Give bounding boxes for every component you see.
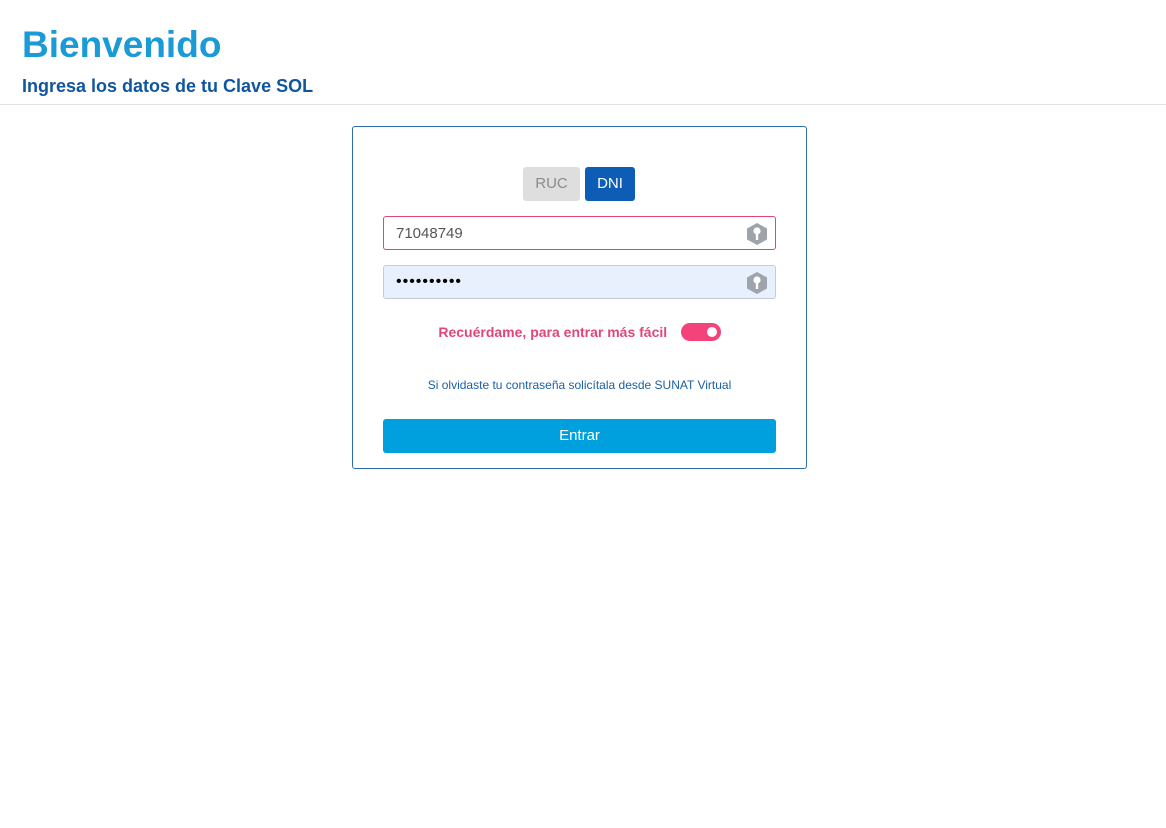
dni-input[interactable] (384, 217, 775, 249)
remember-me-row: Recuérdame, para entrar más fácil (353, 323, 806, 345)
tab-ruc[interactable]: RUC (523, 167, 580, 201)
toggle-knob (706, 327, 717, 337)
login-card: RUC DNI Recuérdame, para entrar más fáci… (352, 126, 807, 469)
dni-field (383, 216, 776, 250)
page-title: Bienvenido (22, 24, 222, 65)
tab-dni[interactable]: DNI (585, 167, 635, 201)
key-icon (747, 223, 767, 245)
page-subtitle: Ingresa los datos de tu Clave SOL (22, 76, 314, 96)
remember-me-toggle[interactable] (680, 323, 721, 341)
key-icon (747, 272, 767, 294)
password-field (383, 265, 776, 299)
password-input[interactable] (384, 266, 775, 298)
forgot-password-link[interactable]: Si olvidaste tu contraseña solicítala de… (353, 378, 806, 392)
remember-me-label: Recuérdame, para entrar más fácil (438, 324, 668, 340)
submit-button[interactable]: Entrar (383, 419, 776, 453)
page-header: Bienvenido Ingresa los datos de tu Clave… (0, 0, 1166, 105)
